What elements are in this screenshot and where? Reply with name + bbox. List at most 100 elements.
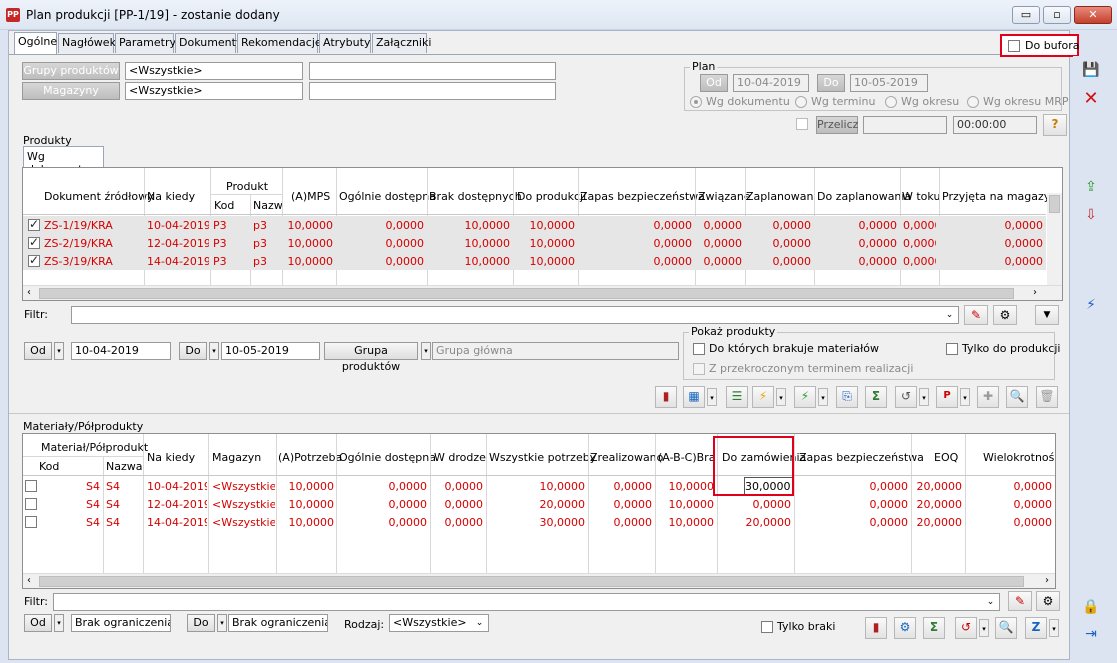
col-kod[interactable]: Kod (214, 199, 234, 212)
tab-atrybuty[interactable]: Atrybuty (319, 33, 371, 53)
radio-wg-terminu[interactable] (795, 96, 807, 108)
plan-od-button[interactable]: Od (700, 74, 728, 92)
tab-zalaczniki[interactable]: Załączniki (372, 33, 431, 53)
materialy-od-field[interactable]: Brak ograniczenia (71, 614, 171, 632)
row-checkbox[interactable] (28, 253, 40, 267)
tab-dokumenty[interactable]: Dokumenty (175, 33, 242, 53)
magazyny-field[interactable]: <Wszystkie> (125, 82, 303, 100)
tab-parametry[interactable]: Parametry (115, 33, 176, 53)
generate-green-dropdown-icon[interactable]: ▾ (818, 388, 828, 406)
col-ogolnie-dostepna[interactable]: Ogólnie dostępna (339, 190, 436, 203)
tab-rekomendacje[interactable]: Rekomendacje (237, 33, 322, 53)
produkty-vscroll-thumb[interactable] (1049, 195, 1060, 213)
table-row[interactable]: S4 S4 14-04-2019 <Wszystkie> 10,0000 0,0000 0,… (23, 513, 1055, 531)
magazyny-desc-field[interactable] (309, 82, 556, 100)
col-zrealizowano[interactable]: Zrealizowano (590, 451, 663, 464)
scroll-left-icon[interactable]: ‹ (27, 575, 31, 586)
col-wszystkie-potrzeby[interactable]: Wszystkie potrzeby (489, 451, 596, 464)
produkty-od-dropdown-icon[interactable]: ▾ (54, 342, 64, 360)
materialy-chart-icon[interactable]: ▮ (865, 617, 887, 639)
col-ogolnie-dostepna[interactable]: Ogólnie dostępna (339, 451, 436, 464)
materialy-do-dropdown-icon[interactable]: ▾ (217, 614, 227, 632)
col-a-b-c-brak[interactable]: (A-B-C)Brak (658, 451, 714, 464)
minimize-button[interactable]: ▭ (1012, 6, 1040, 24)
tylko-braki-checkbox[interactable] (761, 621, 773, 633)
przelicz-date-field[interactable] (863, 116, 947, 134)
clear-filter-icon[interactable]: ✎ (964, 305, 988, 325)
print-icon[interactable]: P (936, 386, 958, 408)
materialy-od-dropdown-icon[interactable]: ▾ (54, 614, 64, 632)
produkty-do-button[interactable]: Do (179, 342, 207, 360)
col-a-potrzeba[interactable]: (A)Potrzeba (278, 451, 342, 464)
materialy-clear-filter-icon[interactable]: ✎ (1008, 591, 1032, 611)
materialy-filtr-field[interactable] (53, 593, 1000, 611)
cancel-icon[interactable]: ✕ (1080, 88, 1102, 110)
col-nazwa[interactable]: Nazwa (106, 460, 142, 473)
plan-od-field[interactable]: 10-04-2019 (733, 74, 809, 92)
produkty-do-dropdown-icon[interactable]: ▾ (209, 342, 219, 360)
scroll-left-icon[interactable]: ‹ (27, 287, 31, 298)
materialy-sigma-icon[interactable]: Σ (923, 617, 945, 639)
generate-orange-dropdown-icon[interactable]: ▾ (776, 388, 786, 406)
grupy-produktow-desc-field[interactable] (309, 62, 556, 80)
materialy-settings-icon[interactable]: ⚙ (894, 617, 916, 639)
row-checkbox[interactable] (25, 498, 37, 510)
materialy-undo-dropdown-icon[interactable]: ▾ (979, 619, 989, 637)
plan-do-field[interactable]: 10-05-2019 (850, 74, 928, 92)
generate-green-icon[interactable]: ⚡ (794, 386, 816, 408)
print-dropdown-icon[interactable]: ▾ (960, 388, 970, 406)
materialy-hscroll-thumb[interactable] (39, 576, 1024, 587)
produkty-hscroll[interactable]: ‹ › (23, 285, 1062, 300)
materialy-z-dropdown-icon[interactable]: ▾ (1049, 619, 1059, 637)
col-zaplanowana[interactable]: Zaplanowana (746, 190, 814, 203)
col-produkt[interactable]: Produkt (226, 180, 268, 193)
col-material-polprodukt[interactable]: Materiał/Półprodukt (41, 441, 148, 454)
chart-icon[interactable]: ▮ (655, 386, 677, 408)
materialy-search-icon[interactable]: 🔍 (995, 617, 1017, 639)
col-w-toku[interactable]: W toku (902, 190, 940, 203)
col-dokument-zrodlowy[interactable]: Dokument źródłowy (44, 190, 154, 203)
materialy-z-icon[interactable]: Z (1025, 617, 1047, 639)
list-icon[interactable]: ☰ (726, 386, 748, 408)
przelicz-time-field[interactable]: 00:00:00 (953, 116, 1037, 134)
save-icon[interactable]: 💾 (1080, 59, 1102, 81)
produkty-filtr-field[interactable] (71, 306, 959, 324)
sigma-icon[interactable]: Σ (865, 386, 887, 408)
table-row[interactable]: ZS-3/19/KRA 14-04-2019 P3 p3 10,0000 0,0000 10… (23, 252, 1046, 270)
radio-wg-okresu[interactable] (885, 96, 897, 108)
radio-wg-dokumentu[interactable] (690, 96, 702, 108)
tab-ogolne[interactable]: Ogólne (14, 32, 57, 54)
produkty-do-field[interactable]: 10-05-2019 (221, 342, 320, 360)
lock-icon[interactable]: 🔒 (1080, 596, 1102, 618)
tab-naglowek[interactable]: Nagłówek (58, 33, 116, 53)
table-row[interactable]: ZS-1/19/KRA 10-04-2019 P3 p3 10,0000 0,0000 10… (23, 216, 1046, 234)
col-zapas-bezpieczenstwa[interactable]: Zapas bezpieczeństwa (799, 451, 924, 464)
produkty-od-field[interactable]: 10-04-2019 (71, 342, 171, 360)
scroll-right-icon[interactable]: › (1045, 575, 1049, 586)
wizard-help-icon[interactable]: ? (1043, 114, 1067, 136)
grid-settings-icon[interactable]: ▦ (683, 386, 705, 408)
rodzaj-dropdown-icon[interactable]: ⌄ (471, 615, 488, 631)
col-magazyn[interactable]: Magazyn (212, 451, 261, 464)
materialy-filtr-dropdown-icon[interactable]: ⌄ (982, 594, 999, 610)
close-button[interactable]: ✕ (1074, 6, 1112, 24)
undo-icon[interactable]: ↺ (895, 386, 917, 408)
maximize-button[interactable]: ▫ (1043, 6, 1071, 24)
pin-icon[interactable]: ⇥ (1080, 623, 1102, 645)
col-na-kiedy[interactable]: Na kiedy (147, 451, 195, 464)
przelicz-checkbox[interactable] (796, 118, 808, 130)
col-zwiazane[interactable]: Związane (698, 190, 751, 203)
search-icon[interactable]: 🔍 (1006, 386, 1028, 408)
col-przyjeta-na-magazyn[interactable]: Przyjęta na magazyn (942, 190, 1057, 203)
przelicz-button[interactable]: Przelicz (816, 116, 858, 134)
scroll-right-icon[interactable]: › (1033, 287, 1037, 298)
produkty-filtr-dropdown-icon[interactable]: ⌄ (941, 307, 958, 323)
col-na-kiedy[interactable]: Na kiedy (147, 190, 195, 203)
materialy-filter-builder-icon[interactable]: ⚙ (1036, 591, 1060, 611)
materialy-do-button[interactable]: Do (187, 614, 215, 632)
import-icon[interactable]: ⇩ (1080, 204, 1102, 226)
row-checkbox[interactable] (28, 217, 40, 231)
col-do-produkcji[interactable]: Do produkcji (517, 190, 586, 203)
col-eoq[interactable]: EOQ (934, 451, 958, 464)
generate-icon[interactable]: ⚡ (1080, 294, 1102, 316)
